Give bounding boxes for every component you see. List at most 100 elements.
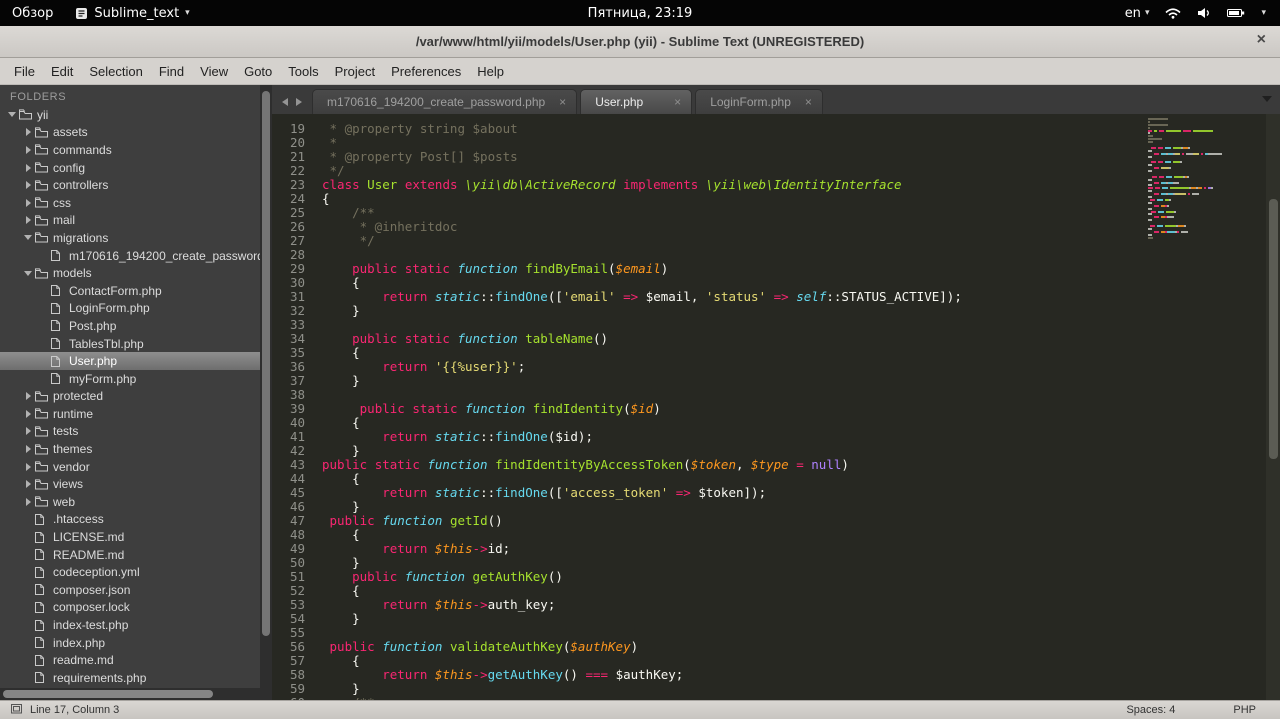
- folder-icon: [34, 267, 51, 280]
- menu-item-help[interactable]: Help: [469, 60, 512, 83]
- tree-file-README.md[interactable]: README.md: [0, 546, 260, 564]
- tree-file-LICENSE.md[interactable]: LICENSE.md: [0, 528, 260, 546]
- syntax-setting[interactable]: PHP: [1233, 704, 1256, 716]
- tree-folder-themes[interactable]: themes: [0, 440, 260, 458]
- tree-file-Post.php[interactable]: Post.php: [0, 317, 260, 335]
- file-icon: [50, 372, 67, 385]
- tree-folder-yii[interactable]: yii: [0, 106, 260, 124]
- battery-icon[interactable]: [1227, 8, 1245, 18]
- chevron-right-icon[interactable]: [25, 427, 31, 436]
- tree-folder-config[interactable]: config: [0, 159, 260, 177]
- tab-close-icon[interactable]: ×: [805, 95, 812, 109]
- menu-item-view[interactable]: View: [192, 60, 236, 83]
- menu-item-find[interactable]: Find: [151, 60, 192, 83]
- chevron-right-icon[interactable]: [25, 216, 31, 225]
- chevron-down-icon: ▾: [185, 8, 190, 18]
- tab-scroll-right-icon[interactable]: [296, 98, 302, 106]
- tab-close-icon[interactable]: ×: [559, 95, 566, 109]
- tab-m170616_194200_create_password.php[interactable]: m170616_194200_create_password.php ×: [312, 89, 578, 114]
- tree-file-.htaccess[interactable]: .htaccess: [0, 511, 260, 529]
- code-editor[interactable]: 19 20 21 22 23 24 25 26 27 28 29 30 31 32 33 34 35 36 37 38…: [272, 114, 1280, 700]
- tree-file-LoginForm.php[interactable]: LoginForm.php: [0, 300, 260, 318]
- chevron-right-icon[interactable]: [25, 445, 31, 454]
- app-menu-label: Sublime_text: [94, 5, 180, 21]
- tree-file-ContactForm.php[interactable]: ContactForm.php: [0, 282, 260, 300]
- tree-folder-css[interactable]: css: [0, 194, 260, 212]
- tree-folder-web[interactable]: web: [0, 493, 260, 511]
- chevron-right-icon[interactable]: [25, 128, 31, 137]
- chevron-right-icon[interactable]: [25, 480, 31, 489]
- chevron-right-icon[interactable]: [25, 145, 31, 154]
- chevron-right-icon[interactable]: [25, 198, 31, 207]
- tab-LoginForm.php[interactable]: LoginForm.php ×: [695, 89, 823, 114]
- tab-scroll-left-icon[interactable]: [282, 98, 288, 106]
- minimap[interactable]: [1148, 118, 1232, 239]
- scrollbar-handle[interactable]: [262, 91, 270, 636]
- tree-file-index.php[interactable]: index.php: [0, 634, 260, 652]
- menu-item-tools[interactable]: Tools: [280, 60, 326, 83]
- activities-button[interactable]: Обзор: [12, 6, 53, 21]
- window-title-bar[interactable]: /var/www/html/yii/models/User.php (yii) …: [0, 26, 1280, 58]
- clock[interactable]: Пятница, 23:19: [588, 6, 693, 21]
- window-title: /var/www/html/yii/models/User.php (yii) …: [415, 34, 865, 49]
- tree-folder-commands[interactable]: commands: [0, 141, 260, 159]
- menu-item-project[interactable]: Project: [327, 60, 383, 83]
- tree-file-composer.json[interactable]: composer.json: [0, 581, 260, 599]
- tree-folder-controllers[interactable]: controllers: [0, 176, 260, 194]
- tree-file-myForm.php[interactable]: myForm.php: [0, 370, 260, 388]
- wifi-icon[interactable]: [1165, 7, 1182, 19]
- tree-file-readme.md[interactable]: readme.md: [0, 651, 260, 669]
- chevron-right-icon[interactable]: [25, 462, 31, 471]
- chevron-right-icon[interactable]: [25, 409, 31, 418]
- sidebar-horizontal-scrollbar[interactable]: [0, 688, 260, 700]
- menu-item-preferences[interactable]: Preferences: [383, 60, 469, 83]
- tree-file-TablesTbl.php[interactable]: TablesTbl.php: [0, 335, 260, 353]
- menu-item-file[interactable]: File: [6, 60, 43, 83]
- tree-folder-mail[interactable]: mail: [0, 212, 260, 230]
- chevron-right-icon[interactable]: [25, 497, 31, 506]
- chevron-right-icon[interactable]: [25, 163, 31, 172]
- indentation-setting[interactable]: Spaces: 4: [1126, 704, 1175, 716]
- menu-item-goto[interactable]: Goto: [236, 60, 280, 83]
- tree-folder-runtime[interactable]: runtime: [0, 405, 260, 423]
- tree-file-composer.lock[interactable]: composer.lock: [0, 599, 260, 617]
- tree-file-User.php[interactable]: User.php: [0, 352, 260, 370]
- chevron-down-icon[interactable]: [24, 235, 32, 241]
- volume-icon[interactable]: [1197, 7, 1211, 19]
- tree-file-codeception.yml[interactable]: codeception.yml: [0, 563, 260, 581]
- file-icon: [34, 566, 51, 579]
- tree-file-requirements.php[interactable]: requirements.php: [0, 669, 260, 687]
- desktop-top-bar: Обзор Sublime_text ▾ Пятница, 23:19 en ▾: [0, 0, 1280, 26]
- chevron-down-icon[interactable]: [8, 112, 16, 118]
- chevron-right-icon[interactable]: [25, 181, 31, 190]
- file-icon: [50, 319, 67, 332]
- status-icon[interactable]: [10, 702, 23, 718]
- tree-folder-views[interactable]: views: [0, 475, 260, 493]
- tree-file-index-test.php[interactable]: index-test.php: [0, 616, 260, 634]
- tree-folder-tests[interactable]: tests: [0, 423, 260, 441]
- tab-overflow-icon[interactable]: [1262, 96, 1272, 102]
- tree-folder-assets[interactable]: assets: [0, 124, 260, 142]
- file-icon: [50, 249, 67, 262]
- editor-scrollbar-handle[interactable]: [1269, 199, 1278, 459]
- window-close-button[interactable]: ×: [1257, 31, 1266, 49]
- chevron-down-icon[interactable]: [24, 270, 32, 276]
- tree-folder-vendor[interactable]: vendor: [0, 458, 260, 476]
- tab-User.php[interactable]: User.php ×: [580, 89, 693, 114]
- app-menu[interactable]: Sublime_text ▾: [75, 5, 190, 21]
- menu-item-selection[interactable]: Selection: [81, 60, 150, 83]
- tab-close-icon[interactable]: ×: [674, 95, 681, 109]
- main-area: FOLDERS yii assets commands config controlle…: [0, 85, 1280, 700]
- folder-icon: [34, 495, 51, 508]
- scrollbar-handle[interactable]: [3, 690, 213, 698]
- cursor-position: Line 17, Column 3: [30, 704, 120, 716]
- tree-file-m170616_194200_create_password.[interactable]: m170616_194200_create_password.: [0, 247, 260, 265]
- tree-folder-models[interactable]: models: [0, 264, 260, 282]
- tree-folder-migrations[interactable]: migrations: [0, 229, 260, 247]
- sidebar-vertical-scrollbar[interactable]: [260, 85, 272, 700]
- tree-folder-protected[interactable]: protected: [0, 388, 260, 406]
- keyboard-layout-indicator[interactable]: en ▾: [1125, 6, 1150, 21]
- chevron-down-icon: ▾: [1144, 8, 1150, 18]
- menu-item-edit[interactable]: Edit: [43, 60, 81, 83]
- chevron-right-icon[interactable]: [25, 392, 31, 401]
